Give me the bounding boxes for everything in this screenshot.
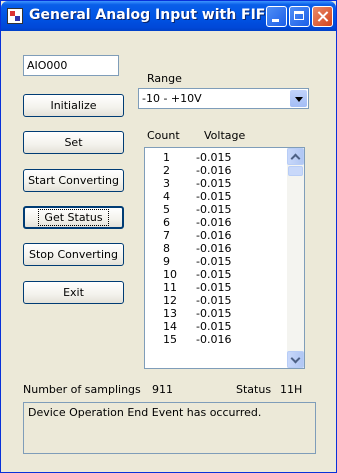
start-converting-button-label: Start Converting [28, 174, 119, 187]
count-cell: 1 [163, 151, 170, 164]
voltage-cell: -0.015 [196, 281, 232, 294]
count-cell: 2 [163, 164, 170, 177]
voltage-cell: -0.015 [196, 151, 232, 164]
list-item[interactable]: 15 -0.016 [145, 333, 287, 346]
exit-button[interactable]: Exit [23, 281, 124, 304]
list-item[interactable]: 1 -0.015 [145, 151, 287, 164]
list-item[interactable]: 2 -0.016 [145, 164, 287, 177]
samples-listbox[interactable]: 1 -0.015 2 -0.016 3 -0.015 4 -0.015 5 -0.015 6 -0.0… [144, 147, 305, 369]
scroll-down-icon[interactable] [287, 351, 304, 368]
voltage-cell: -0.015 [196, 307, 232, 320]
title-bar[interactable]: General Analog Input with FIFO [1, 1, 336, 31]
list-item[interactable]: 6 -0.016 [145, 216, 287, 229]
samplings-value: 911 [152, 383, 173, 396]
count-cell: 15 [163, 333, 177, 346]
voltage-cell: -0.016 [196, 164, 232, 177]
samples-list: 1 -0.015 2 -0.016 3 -0.015 4 -0.015 5 -0.015 6 -0.0… [145, 151, 287, 346]
range-select[interactable]: -10 - +10V [138, 88, 309, 109]
count-cell: 10 [163, 268, 177, 281]
count-cell: 6 [163, 216, 170, 229]
voltage-cell: -0.016 [196, 333, 232, 346]
voltage-cell: -0.015 [196, 255, 232, 268]
initialize-button-label: Initialize [50, 99, 97, 112]
minimize-button[interactable] [266, 6, 287, 27]
status-label: Status [236, 383, 272, 396]
status-message-box: Device Operation End Event has occurred. [23, 402, 316, 454]
set-button[interactable]: Set [23, 131, 124, 154]
samplings-label: Number of samplings [23, 383, 141, 396]
voltage-cell: -0.016 [196, 242, 232, 255]
voltage-cell: -0.015 [196, 203, 232, 216]
listbox-scrollbar[interactable] [287, 148, 304, 368]
count-cell: 14 [163, 320, 177, 333]
voltage-cell: -0.015 [196, 177, 232, 190]
count-cell: 13 [163, 307, 177, 320]
initialize-button[interactable]: Initialize [23, 94, 124, 117]
count-cell: 8 [163, 242, 170, 255]
window-title: General Analog Input with FIFO [29, 7, 278, 23]
app-window: General Analog Input with FIFO AIO000 In… [0, 0, 337, 473]
voltage-column-header: Voltage [204, 129, 246, 142]
get-status-button[interactable]: Get Status [23, 206, 124, 229]
count-cell: 9 [163, 255, 170, 268]
close-button[interactable] [312, 6, 333, 27]
list-item[interactable]: 12 -0.015 [145, 294, 287, 307]
list-item[interactable]: 14 -0.015 [145, 320, 287, 333]
maximize-button[interactable] [289, 6, 310, 27]
count-cell: 11 [163, 281, 177, 294]
list-item[interactable]: 11 -0.015 [145, 281, 287, 294]
count-column-header: Count [147, 129, 180, 142]
voltage-cell: -0.015 [196, 190, 232, 203]
count-cell: 5 [163, 203, 170, 216]
list-item[interactable]: 10 -0.015 [145, 268, 287, 281]
voltage-cell: -0.016 [196, 216, 232, 229]
device-name-input[interactable]: AIO000 [23, 55, 119, 76]
list-item[interactable]: 5 -0.015 [145, 203, 287, 216]
get-status-button-label: Get Status [38, 209, 109, 226]
stop-converting-button[interactable]: Stop Converting [23, 243, 124, 266]
chevron-down-icon[interactable] [290, 90, 307, 107]
list-item[interactable]: 3 -0.015 [145, 177, 287, 190]
status-value: 11H [280, 383, 303, 396]
count-cell: 12 [163, 294, 177, 307]
list-item[interactable]: 7 -0.016 [145, 229, 287, 242]
range-selected-value: -10 - +10V [142, 92, 202, 105]
count-cell: 4 [163, 190, 170, 203]
set-button-label: Set [64, 136, 83, 149]
status-message: Device Operation End Event has occurred. [28, 406, 262, 419]
app-icon[interactable] [7, 8, 23, 24]
stop-converting-button-label: Stop Converting [28, 248, 118, 261]
voltage-cell: -0.016 [196, 229, 232, 242]
list-item[interactable]: 9 -0.015 [145, 255, 287, 268]
voltage-cell: -0.015 [196, 268, 232, 281]
list-item[interactable]: 8 -0.016 [145, 242, 287, 255]
range-label: Range [147, 72, 182, 85]
start-converting-button[interactable]: Start Converting [23, 169, 124, 192]
count-cell: 7 [163, 229, 170, 242]
list-item[interactable]: 13 -0.015 [145, 307, 287, 320]
scroll-thumb[interactable] [288, 166, 303, 176]
scroll-up-icon[interactable] [287, 148, 304, 165]
count-cell: 3 [163, 177, 170, 190]
exit-button-label: Exit [63, 286, 84, 299]
list-item[interactable]: 4 -0.015 [145, 190, 287, 203]
voltage-cell: -0.015 [196, 294, 232, 307]
voltage-cell: -0.015 [196, 320, 232, 333]
